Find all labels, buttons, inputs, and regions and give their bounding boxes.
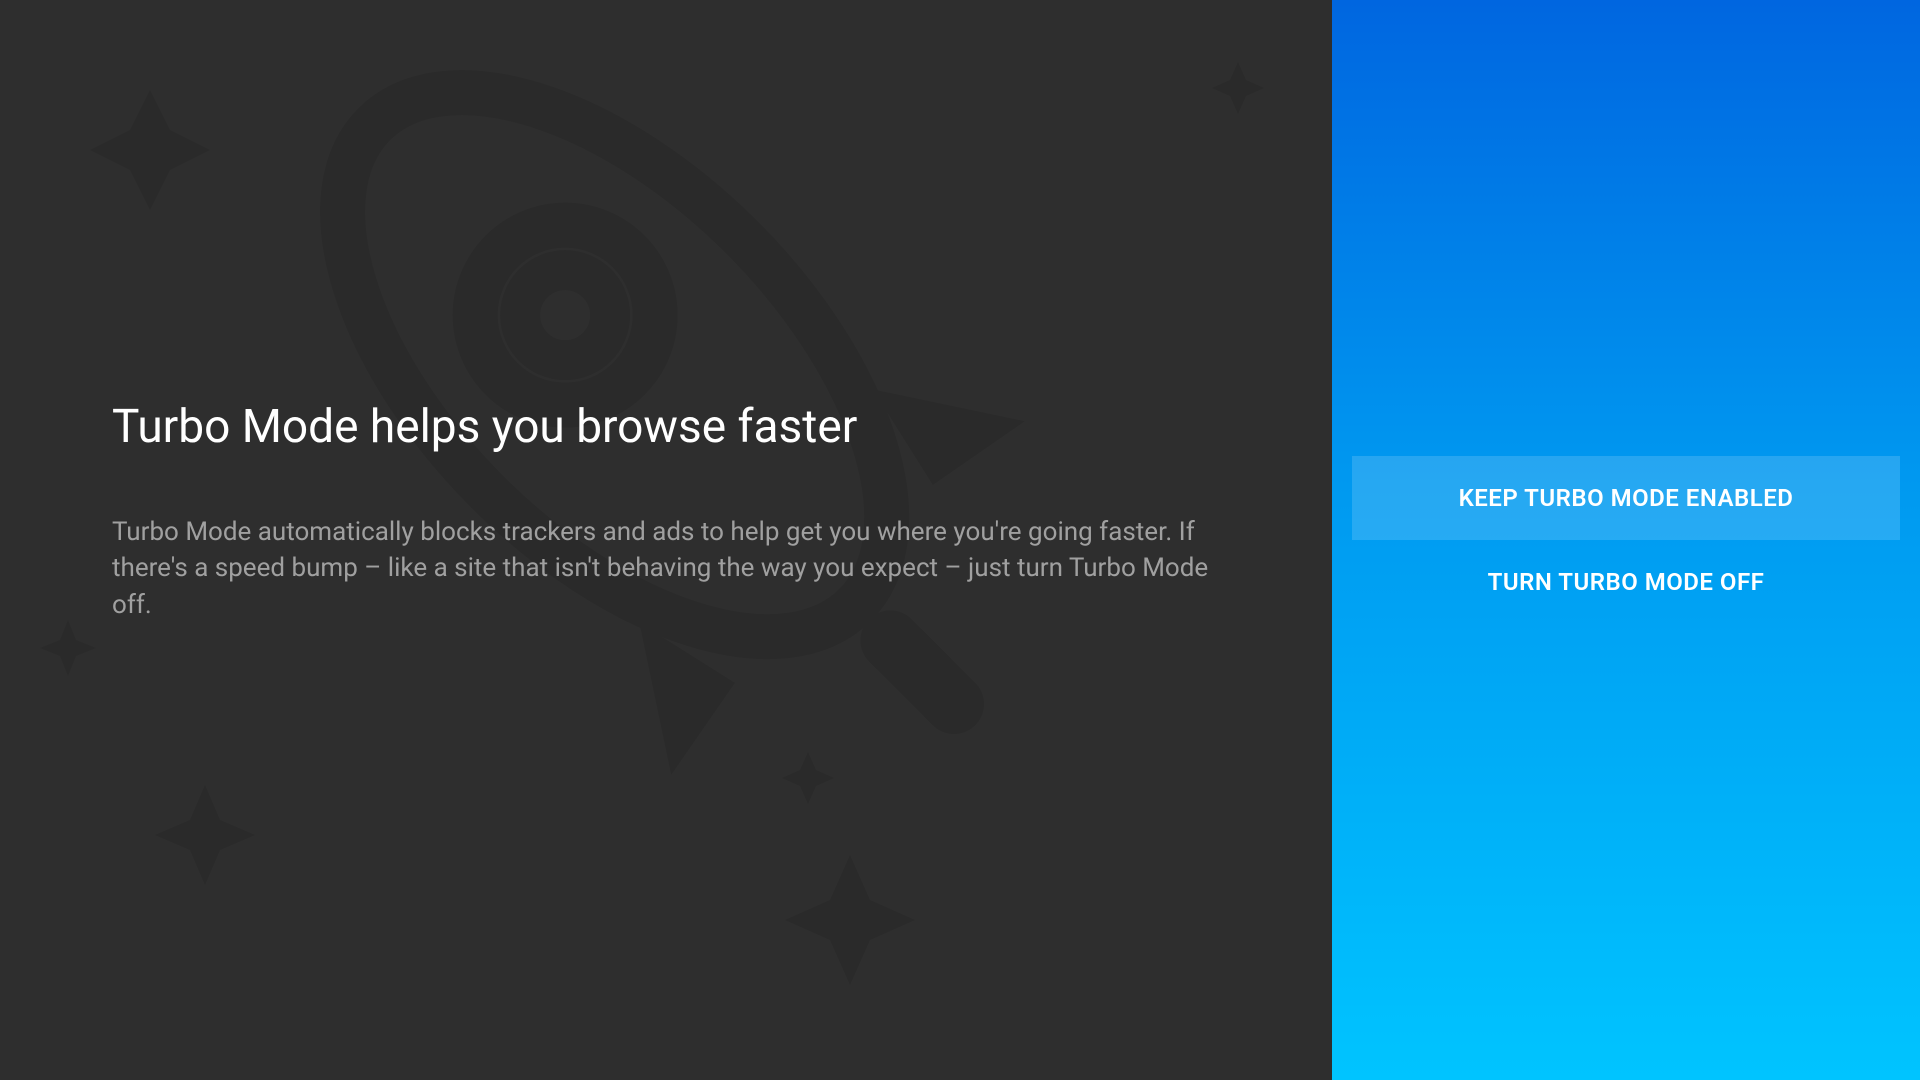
action-panel: KEEP TURBO MODE ENABLED TURN TURBO MODE …	[1332, 0, 1920, 1080]
keep-turbo-enabled-button[interactable]: KEEP TURBO MODE ENABLED	[1352, 456, 1900, 540]
turn-turbo-off-button[interactable]: TURN TURBO MODE OFF	[1352, 540, 1900, 624]
main-content-panel: Turbo Mode helps you browse faster Turbo…	[0, 0, 1332, 1080]
page-description: Turbo Mode automatically blocks trackers…	[112, 514, 1220, 623]
page-title: Turbo Mode helps you browse faster	[112, 400, 1220, 454]
